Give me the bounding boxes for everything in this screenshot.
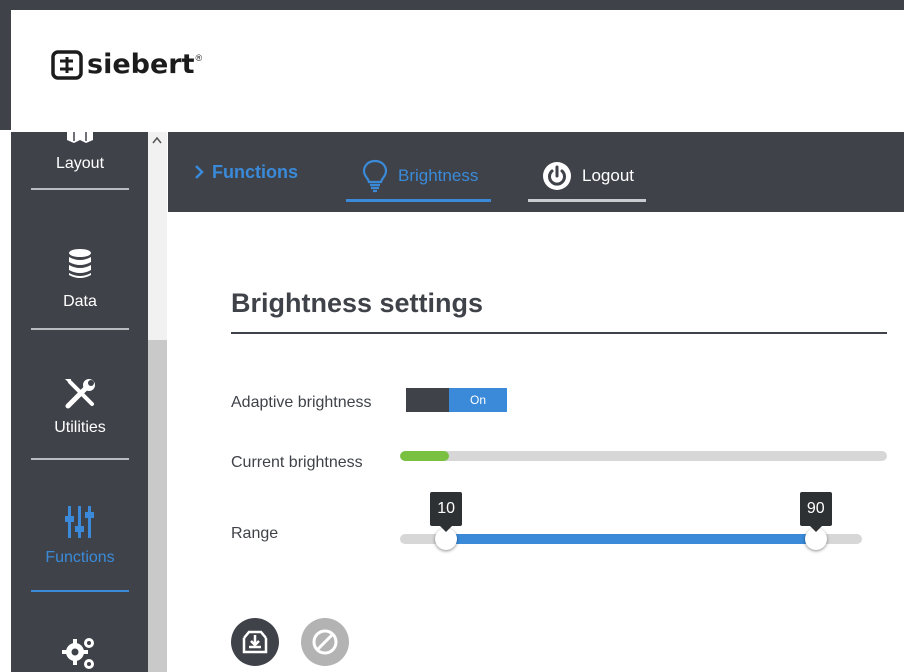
toggle-on-segment: On bbox=[449, 388, 507, 412]
app-window: siebert ® Layout Data Utilities Function… bbox=[0, 0, 904, 672]
range-max-value: 90 bbox=[799, 492, 832, 532]
sidebar: Layout Data Utilities Functions bbox=[11, 132, 148, 672]
range-selected-track bbox=[446, 534, 816, 544]
current-brightness-meter bbox=[400, 451, 887, 461]
main-content: Brightness settings Adaptive brightness … bbox=[168, 212, 904, 672]
adaptive-brightness-label: Adaptive brightness bbox=[231, 394, 372, 411]
sidebar-item-label: Functions bbox=[45, 549, 115, 566]
breadcrumb-label: Functions bbox=[212, 161, 298, 182]
sidebar-item-label: Utilities bbox=[54, 419, 106, 436]
title-divider bbox=[231, 332, 887, 334]
range-label: Range bbox=[231, 525, 279, 542]
siebert-logo: siebert ® bbox=[51, 48, 202, 82]
lightbulb-icon bbox=[362, 159, 388, 193]
sidebar-scrollbar[interactable] bbox=[148, 132, 167, 672]
sidebar-divider bbox=[31, 458, 129, 460]
tab-indicator bbox=[528, 199, 646, 202]
page-title: Brightness settings bbox=[231, 288, 484, 318]
power-icon bbox=[543, 162, 571, 190]
save-button[interactable] bbox=[231, 618, 279, 666]
cancel-icon bbox=[312, 629, 338, 655]
window-border-top bbox=[0, 0, 904, 10]
sliders-icon bbox=[65, 506, 94, 538]
sidebar-item-utilities[interactable]: Utilities bbox=[31, 376, 129, 460]
logo-registered-mark: ® bbox=[195, 53, 203, 63]
layout-icon bbox=[67, 132, 93, 143]
current-brightness-label: Current brightness bbox=[231, 454, 363, 471]
range-min-value: 10 bbox=[430, 492, 463, 532]
header: siebert ® bbox=[11, 10, 904, 132]
sidebar-item-functions[interactable]: Functions bbox=[31, 504, 129, 592]
save-icon bbox=[242, 630, 268, 654]
logo-text: siebert bbox=[87, 49, 195, 80]
sidebar-divider bbox=[31, 328, 129, 330]
tab-brightness[interactable]: Brightness bbox=[346, 150, 491, 202]
chevron-right-icon bbox=[195, 165, 204, 179]
tools-icon bbox=[65, 379, 95, 409]
sidebar-item-data[interactable]: Data bbox=[31, 248, 129, 330]
tab-label: Logout bbox=[582, 166, 634, 185]
tab-logout[interactable]: Logout bbox=[528, 150, 646, 202]
window-border-left bbox=[0, 0, 11, 130]
sidebar-divider-active bbox=[31, 590, 129, 592]
breadcrumb[interactable]: Functions bbox=[194, 160, 298, 184]
sidebar-item-layout[interactable]: Layout bbox=[31, 132, 129, 190]
current-brightness-fill bbox=[400, 451, 449, 461]
top-navigation: Functions Brightness Logout bbox=[168, 132, 904, 212]
sidebar-item-settings[interactable] bbox=[31, 636, 129, 672]
sidebar-divider bbox=[31, 188, 129, 190]
database-icon bbox=[69, 249, 91, 278]
sidebar-item-label: Layout bbox=[55, 155, 105, 172]
siebert-logo-icon bbox=[51, 50, 83, 80]
toggle-off-segment bbox=[406, 388, 449, 412]
range-slider[interactable]: 10 90 bbox=[400, 492, 862, 550]
sidebar-item-label: Data bbox=[63, 293, 97, 310]
gears-icon bbox=[62, 638, 94, 669]
adaptive-brightness-toggle[interactable]: On bbox=[406, 388, 507, 412]
tab-label: Brightness bbox=[398, 166, 479, 185]
tab-indicator-active bbox=[346, 199, 491, 202]
cancel-button[interactable] bbox=[301, 618, 349, 666]
scroll-up-icon[interactable] bbox=[152, 136, 162, 144]
scrollbar-thumb[interactable] bbox=[148, 340, 167, 672]
